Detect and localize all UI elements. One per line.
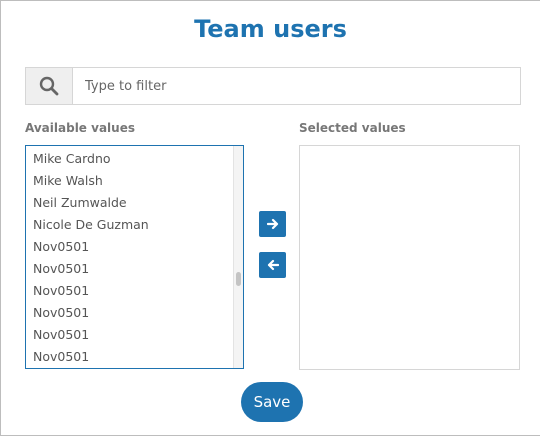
list-item[interactable]: Nov0501 [26,324,235,346]
list-item[interactable]: Nov0501 [26,236,235,258]
available-values-list[interactable]: Mike Cardno Mike Walsh Neil Zumwalde Nicole… [25,145,244,369]
dialog-title: Team users [194,15,347,43]
list-item[interactable]: Nov0501 [26,346,235,368]
selected-values-list[interactable] [299,145,520,370]
list-item[interactable]: Mike Walsh [26,170,235,192]
list-item[interactable]: Nov0501 [26,302,235,324]
save-button[interactable]: Save [241,382,303,422]
arrow-right-icon [266,218,278,230]
list-item[interactable]: Nov0501 [26,280,235,302]
filter-bar [25,67,521,105]
list-item[interactable]: Mike Cardno [26,148,235,170]
list-item[interactable]: Nicole De Guzman [26,214,235,236]
list-item[interactable]: Neil Zumwalde [26,192,235,214]
team-users-dialog: Team users Available values Selected val… [0,0,540,436]
search-icon [26,68,73,104]
move-to-selected-button[interactable] [259,211,286,237]
list-item[interactable]: Nov0501 [26,258,235,280]
move-to-available-button[interactable] [259,252,286,278]
filter-input[interactable] [73,68,520,104]
arrow-left-icon [267,259,279,271]
scrollbar-thumb[interactable] [236,272,241,286]
available-values-label: Available values [25,121,135,135]
available-list-scrollbar[interactable] [233,146,243,368]
selected-values-label: Selected values [299,121,406,135]
